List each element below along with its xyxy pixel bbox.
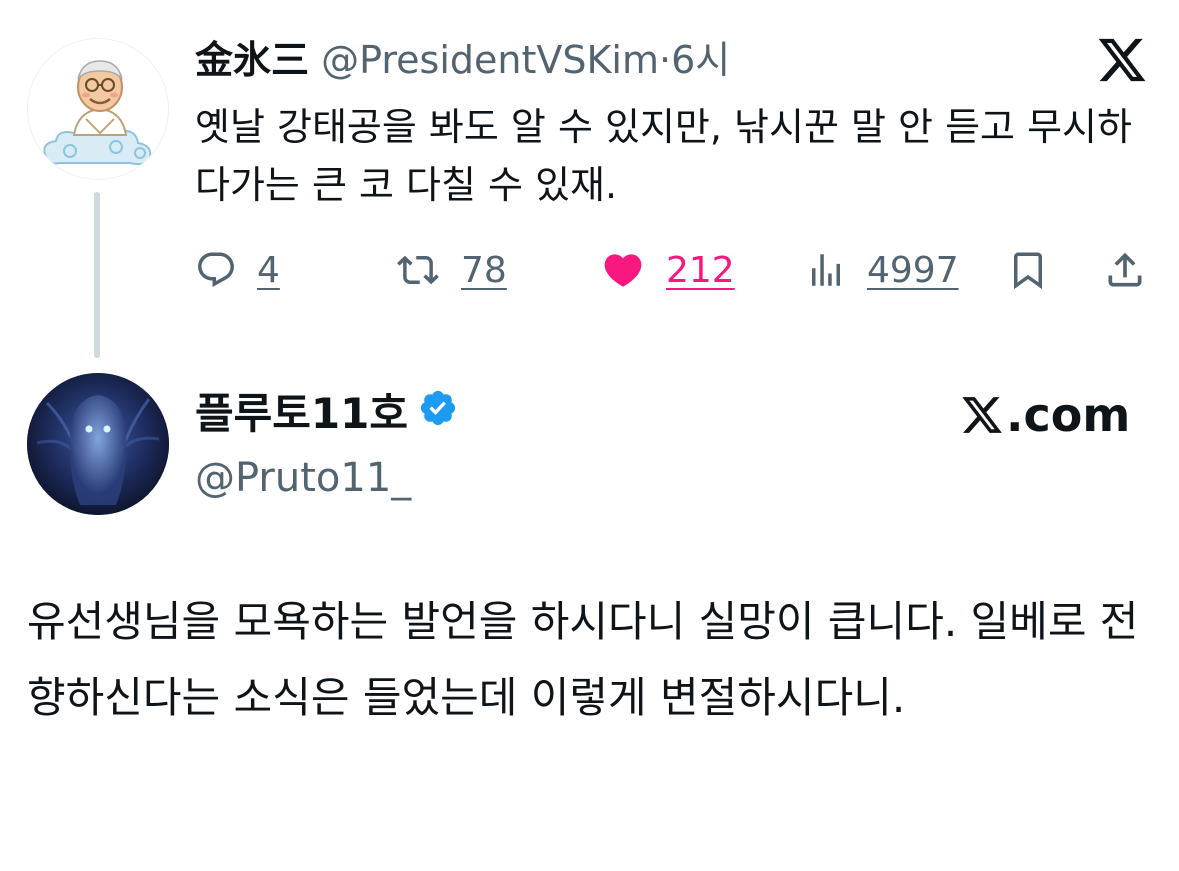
reply-author-handle[interactable]: @Pruto11_ — [195, 452, 411, 504]
like-button[interactable]: 212 — [600, 242, 735, 298]
verified-badge-icon — [418, 388, 458, 440]
author-handle[interactable]: @PresidentVSKim — [321, 38, 659, 82]
x-logo-icon — [962, 397, 1002, 433]
separator-dot: · — [658, 38, 672, 82]
post-time[interactable]: 6시 — [671, 38, 730, 82]
x-com-text: .com — [1006, 388, 1131, 442]
bookmark-icon — [1014, 252, 1042, 290]
views-chart-icon — [812, 254, 840, 286]
x-logo-icon[interactable] — [1096, 34, 1148, 86]
tweet-screenshot: 金氷三 @PresidentVSKim·6시 옛날 강태공을 봐도 알 수 있지… — [0, 0, 1179, 871]
tweet-text: 옛날 강태공을 봐도 알 수 있지만, 낚시꾼 말 안 듣고 무시하다가는 큰 … — [195, 105, 1132, 207]
author-avatar[interactable] — [27, 38, 169, 180]
views-count[interactable]: 4997 — [867, 250, 959, 291]
share-button[interactable] — [1103, 242, 1147, 298]
cartoon-avatar-icon — [43, 60, 152, 166]
heart-icon — [604, 254, 642, 287]
tweet-actions: 4 78 212 4997 — [195, 242, 1155, 298]
reply-author-name[interactable]: 플루토11호 — [195, 388, 408, 440]
reply-text: 유선생님을 모욕하는 발언을 하시다니 실망이 큽니다. 일베로 전향하신다는 … — [27, 597, 1139, 722]
ghost-figure-avatar-icon — [27, 373, 169, 515]
thread-connector-line — [94, 192, 100, 358]
reply-author-name-row: 플루토11호 — [195, 388, 458, 440]
tweet-header: 金氷三 @PresidentVSKim·6시 — [195, 36, 730, 84]
like-count[interactable]: 212 — [666, 250, 735, 291]
retweet-button[interactable]: 78 — [395, 242, 507, 298]
reply-button[interactable]: 4 — [195, 242, 280, 298]
bookmark-button[interactable] — [1007, 242, 1049, 298]
retweet-icon — [397, 255, 439, 285]
x-com-watermark: .com — [960, 388, 1130, 442]
reply-count[interactable]: 4 — [257, 250, 280, 291]
author-name[interactable]: 金氷三 — [195, 38, 309, 82]
share-icon — [1108, 252, 1142, 287]
reply-author-avatar[interactable] — [27, 373, 169, 515]
reply-icon — [198, 252, 234, 287]
retweet-count[interactable]: 78 — [461, 250, 507, 291]
views-button[interactable]: 4997 — [805, 242, 959, 298]
